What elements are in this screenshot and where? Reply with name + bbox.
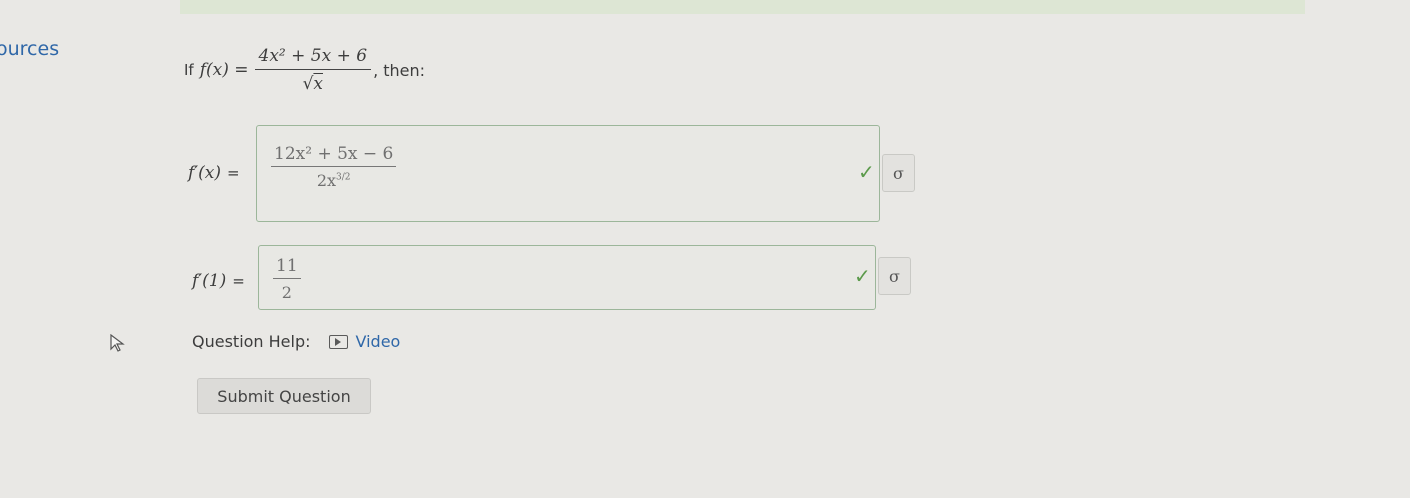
sigma-icon: σ: [889, 266, 900, 286]
answer-1-fraction: 12x² + 5x − 6 2x3/2: [271, 144, 397, 190]
answer-1-equals: =: [227, 164, 240, 182]
question-help-label: Question Help:: [192, 332, 311, 351]
answer-1-numerator: 12x² + 5x − 6: [271, 144, 397, 167]
mouse-cursor-icon: [110, 334, 125, 352]
question-lhs: f(x) =: [199, 60, 249, 80]
sidebar-resources-link[interactable]: ources: [0, 38, 59, 60]
exp-num: 3: [336, 172, 342, 183]
top-banner: [180, 0, 1305, 14]
answer-2-input[interactable]: 11 2: [258, 245, 876, 310]
video-link[interactable]: Video: [356, 332, 401, 351]
answer-2-label: f′(1) =: [192, 271, 245, 291]
answer-1-label: f′(x) =: [188, 163, 240, 183]
question-suffix: , then:: [373, 60, 426, 80]
answer-1-denominator: 2x3/2: [314, 167, 354, 190]
answer-1-check-icon: ✓: [858, 160, 875, 184]
question-denominator: √x: [299, 70, 327, 94]
answer-2-math-palette-button[interactable]: σ: [878, 257, 911, 295]
answer-2-label-text: f′(1): [192, 271, 227, 291]
answer-2-fraction: 11 2: [273, 256, 301, 302]
answer-1-math-palette-button[interactable]: σ: [882, 154, 915, 192]
sigma-icon: σ: [893, 163, 904, 183]
answer-1-den-base: 2x: [316, 171, 337, 190]
video-play-icon[interactable]: [328, 334, 348, 349]
answer-2-numerator: 11: [273, 256, 301, 279]
question-fraction: 4x² + 5x + 6 √x: [254, 46, 372, 94]
exp-den: 2: [344, 172, 351, 183]
radicand: x: [313, 74, 323, 94]
answer-1-label-text: f′(x): [188, 163, 222, 183]
answer-2-check-icon: ✓: [854, 264, 871, 288]
question-help: Question Help: Video: [192, 332, 400, 351]
submit-question-button[interactable]: Submit Question: [197, 378, 371, 414]
answer-2-denominator: 2: [281, 283, 292, 302]
question-numerator: 4x² + 5x + 6: [254, 46, 372, 70]
answer-1-den-exponent: 3/2: [336, 172, 351, 183]
answer-2-equals: =: [232, 272, 245, 290]
answer-1-input[interactable]: 12x² + 5x − 6 2x3/2: [256, 125, 880, 222]
question-text: If f(x) = 4x² + 5x + 6 √x , then:: [184, 46, 425, 94]
sqrt-icon: √: [302, 74, 314, 94]
question-prefix: If: [184, 61, 194, 79]
